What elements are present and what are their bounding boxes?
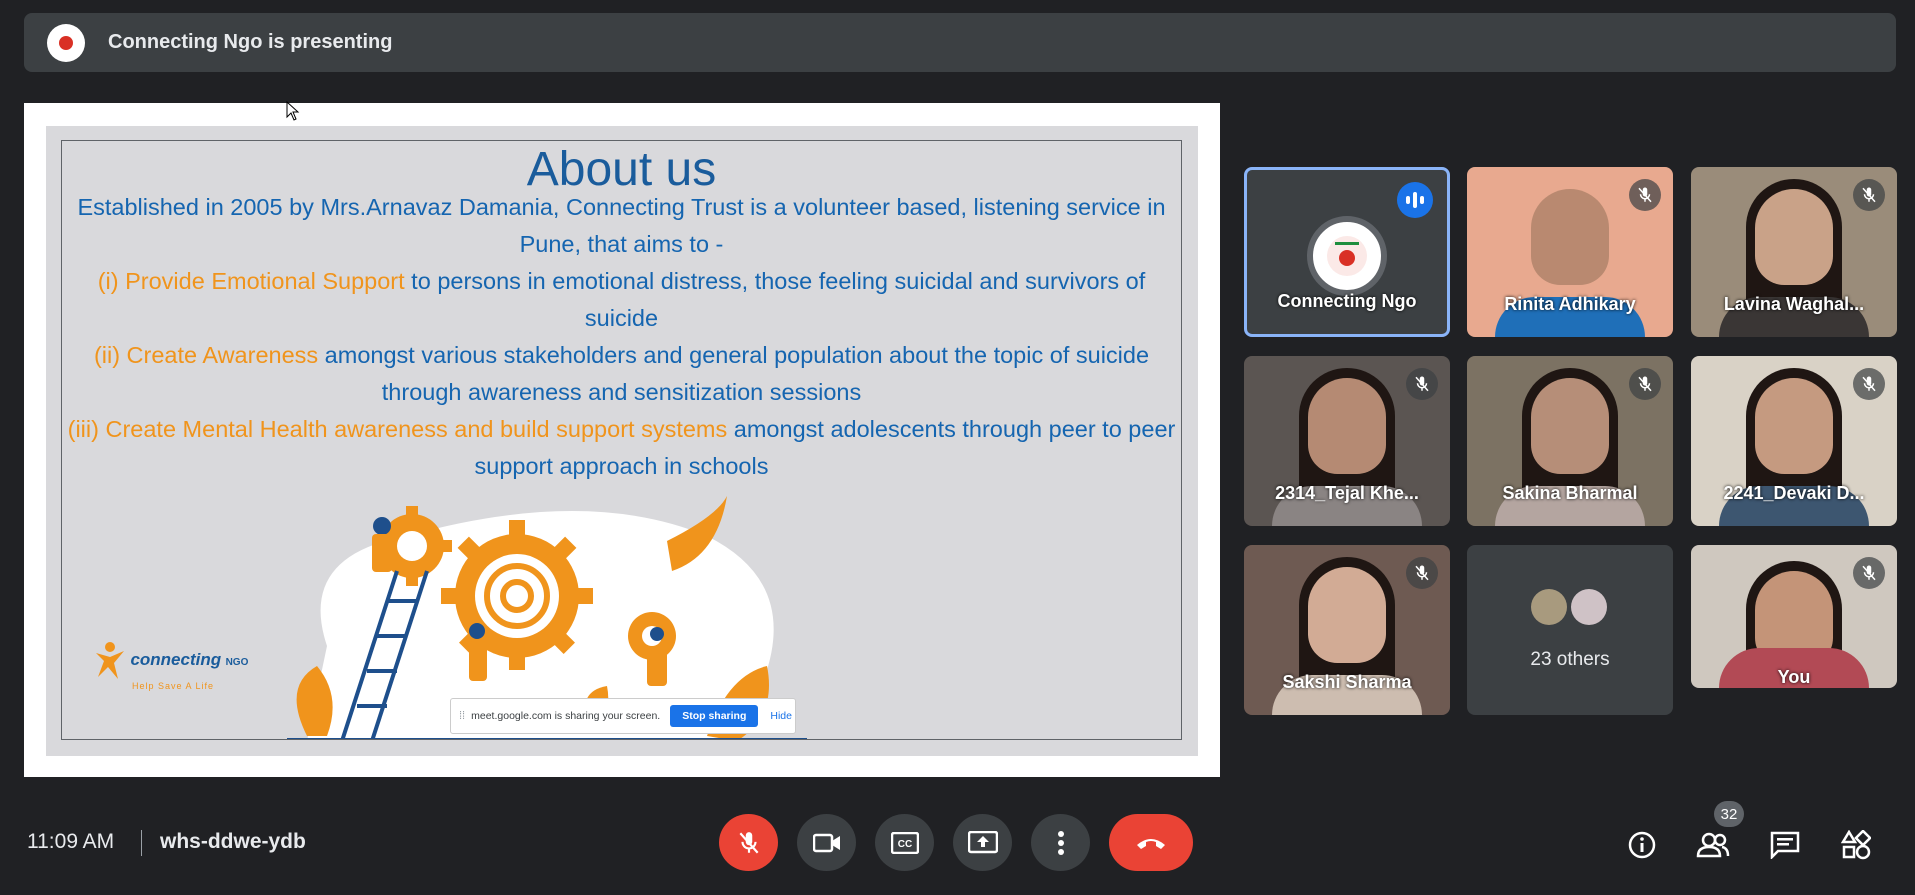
- divider: [141, 830, 142, 856]
- mic-off-icon: [1629, 368, 1661, 400]
- slide-frame: About us Established in 2005 by Mrs.Arna…: [61, 140, 1182, 740]
- mic-off-icon: [1853, 368, 1885, 400]
- mic-off-icon: [1853, 557, 1885, 589]
- others-count-label: 23 others: [1530, 649, 1610, 670]
- captions-button[interactable]: CC: [875, 814, 934, 871]
- activities-button[interactable]: [1836, 825, 1876, 865]
- stop-sharing-button[interactable]: Stop sharing: [670, 705, 759, 727]
- participant-tile-self[interactable]: You: [1691, 545, 1897, 688]
- mouse-cursor-icon: [286, 101, 300, 121]
- participant-name: Sakina Bharmal: [1502, 483, 1638, 503]
- ngo-logo: connecting NGO Help Save A Life: [92, 641, 248, 691]
- slide-point-1: (i) Provide Emotional Support to persons…: [97, 268, 1146, 331]
- participant-tile[interactable]: 2314_Tejal Khe...: [1244, 356, 1450, 526]
- others-tile[interactable]: 23 others: [1467, 545, 1673, 715]
- participant-avatar: [1307, 216, 1387, 296]
- participant-tile-connecting-ngo[interactable]: Connecting Ngo: [1244, 167, 1450, 337]
- ngo-logo-suffix: NGO: [225, 657, 249, 669]
- chat-button[interactable]: [1765, 825, 1805, 865]
- participant-tile[interactable]: Rinita Adhikary: [1467, 167, 1673, 337]
- more-options-button[interactable]: [1031, 814, 1090, 871]
- svg-text:CC: CC: [897, 839, 911, 850]
- slide: About us Established in 2005 by Mrs.Arna…: [46, 126, 1198, 756]
- participant-name: Connecting Ngo: [1277, 291, 1417, 311]
- end-call-button[interactable]: [1109, 814, 1193, 871]
- chat-icon: [1770, 831, 1800, 859]
- participant-name: 2241_Devaki D...: [1723, 483, 1865, 503]
- more-vertical-icon: [1057, 830, 1064, 855]
- participant-tile[interactable]: Sakina Bharmal: [1467, 356, 1673, 526]
- participant-name: You: [1777, 667, 1811, 687]
- participant-count-badge: 32: [1714, 801, 1744, 827]
- microphone-toggle-button[interactable]: [719, 814, 778, 871]
- participants-button[interactable]: [1693, 825, 1733, 865]
- present-screen-icon: [967, 830, 998, 853]
- participant-avatar: [1571, 589, 1607, 625]
- ngo-logo-brand: connecting: [130, 650, 222, 670]
- activities-shapes-icon: [1841, 830, 1871, 860]
- info-icon: [1628, 831, 1656, 859]
- meeting-code: whs-ddwe-ydb: [160, 830, 306, 853]
- mic-off-icon: [739, 831, 758, 853]
- mic-off-icon: [1406, 557, 1438, 589]
- mic-off-icon: [1629, 179, 1661, 211]
- ngo-logo-tagline: Help Save A Life: [132, 681, 215, 691]
- participant-name: 2314_Tejal Khe...: [1275, 483, 1419, 503]
- presenting-banner: Connecting Ngo is presenting: [24, 13, 1896, 72]
- participant-name: Lavina Waghal...: [1723, 294, 1865, 314]
- speaking-indicator-icon: [1397, 182, 1433, 218]
- mic-off-icon: [1406, 368, 1438, 400]
- participant-tile[interactable]: Sakshi Sharma: [1244, 545, 1450, 715]
- slide-body: Established in 2005 by Mrs.Arnavaz Daman…: [64, 189, 1179, 485]
- meeting-details-button[interactable]: [1622, 825, 1662, 865]
- participant-tile[interactable]: Lavina Waghal...: [1691, 167, 1897, 337]
- screen-share-notice: ⁞⁞ meet.google.com is sharing your scree…: [450, 698, 796, 734]
- video-camera-icon: [812, 833, 840, 852]
- slide-intro: Established in 2005 by Mrs.Arnavaz Daman…: [77, 194, 1166, 257]
- mic-off-icon: [1853, 179, 1885, 211]
- participant-name: Sakshi Sharma: [1282, 672, 1412, 692]
- people-icon: [1696, 832, 1730, 858]
- participant-name: Rinita Adhikary: [1504, 294, 1636, 314]
- presenting-label: Connecting Ngo is presenting: [108, 31, 393, 53]
- closed-captions-icon: CC: [890, 831, 919, 854]
- present-screen-button[interactable]: [953, 814, 1012, 871]
- participant-avatar: [1531, 589, 1567, 625]
- hide-notice-button[interactable]: Hide: [770, 710, 792, 722]
- shared-screen[interactable]: About us Established in 2005 by Mrs.Arna…: [24, 103, 1220, 777]
- presenter-avatar: [47, 23, 85, 62]
- hang-up-icon: [1137, 838, 1165, 849]
- participant-tile[interactable]: 2241_Devaki D...: [1691, 356, 1897, 526]
- clock-time: 11:09 AM: [27, 830, 115, 853]
- slide-point-2: (ii) Create Awareness amongst various st…: [93, 342, 1150, 405]
- camera-toggle-button[interactable]: [797, 814, 856, 871]
- drag-handle-icon[interactable]: ⁞⁞: [459, 710, 465, 722]
- slide-point-3: (iii) Create Mental Health awareness and…: [67, 416, 1176, 479]
- share-notice-text: meet.google.com is sharing your screen.: [471, 710, 661, 722]
